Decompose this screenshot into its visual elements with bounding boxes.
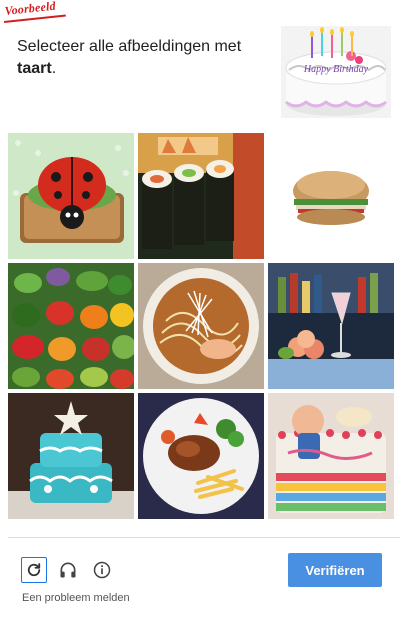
instruction-keyword: taart bbox=[17, 60, 52, 77]
grid-tile-3[interactable] bbox=[268, 133, 394, 259]
grid-tile-1[interactable] bbox=[8, 133, 134, 259]
instruction-suffix: . bbox=[51, 60, 57, 77]
sample-image: Happy Birthday bbox=[281, 26, 391, 118]
colorful-cake-image bbox=[268, 393, 394, 519]
birthday-cake-image: Happy Birthday bbox=[281, 26, 391, 118]
sandwich-image bbox=[268, 133, 394, 259]
sushi-image bbox=[138, 133, 264, 259]
grid-tile-7[interactable] bbox=[8, 393, 134, 519]
captcha-challenge: Voorbeeld Selecteer alle afbeeldingen me… bbox=[0, 0, 406, 623]
grid-tile-9[interactable] bbox=[268, 393, 394, 519]
audio-challenge-button[interactable] bbox=[55, 557, 81, 583]
cake-inscription: Happy Birthday bbox=[303, 64, 369, 75]
image-grid bbox=[8, 133, 394, 519]
bar-drinks-image bbox=[268, 263, 394, 389]
instruction-text: Selecteer alle afbeeldingen met taart. bbox=[17, 36, 267, 80]
grid-tile-2[interactable] bbox=[138, 133, 264, 259]
grid-tile-4[interactable] bbox=[8, 263, 134, 389]
reload-button[interactable] bbox=[21, 557, 47, 583]
verify-button[interactable]: Verifiëren bbox=[288, 553, 382, 587]
report-problem-link[interactable]: Een probleem melden bbox=[22, 592, 130, 604]
headphones-icon bbox=[60, 562, 76, 578]
grid-tile-5[interactable] bbox=[138, 263, 264, 389]
footer-divider bbox=[8, 537, 400, 538]
info-icon bbox=[93, 561, 111, 579]
ladybug-sandwich-image bbox=[8, 133, 134, 259]
ramen-image bbox=[138, 263, 264, 389]
instruction-main: Selecteer alle afbeeldingen met bbox=[17, 38, 242, 55]
blue-cake-image bbox=[8, 393, 134, 519]
fries-plate-image bbox=[138, 393, 264, 519]
reload-icon bbox=[27, 563, 41, 577]
vegetables-image bbox=[8, 263, 134, 389]
info-button[interactable] bbox=[89, 557, 115, 583]
grid-tile-8[interactable] bbox=[138, 393, 264, 519]
grid-tile-6[interactable] bbox=[268, 263, 394, 389]
